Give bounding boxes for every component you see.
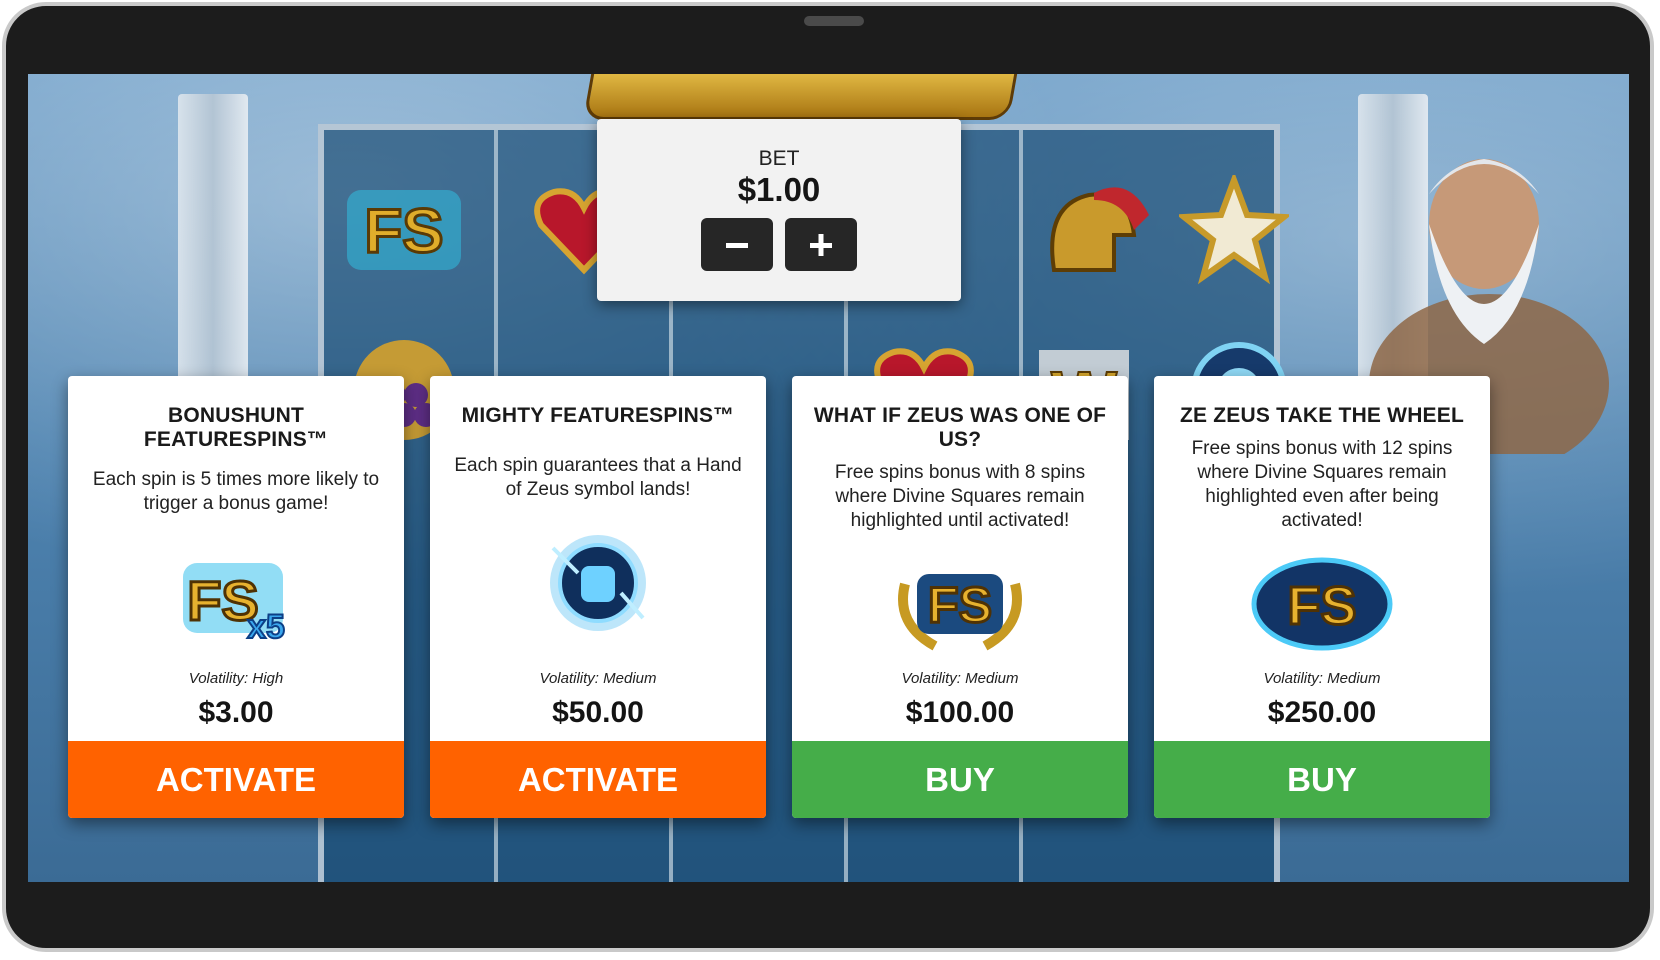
activate-button[interactable]: ACTIVATE	[430, 741, 766, 818]
buy-button[interactable]: BUY	[1154, 741, 1490, 818]
price-label: $50.00	[552, 696, 644, 729]
game-logo	[583, 74, 1019, 120]
fs-storm-icon: FS	[1247, 554, 1397, 654]
price-label: $100.00	[905, 696, 1015, 729]
card-description: Free spins bonus with 8 spins where Divi…	[834, 462, 1086, 531]
volatility-label: Volatility: Medium	[901, 670, 1019, 687]
card-description: Each spin guarantees that a Hand of Zeus…	[454, 455, 742, 500]
decrease-bet-button[interactable]	[701, 218, 773, 271]
bet-amount: $1.00	[737, 171, 821, 208]
temple-column-left	[178, 94, 248, 394]
buy-button[interactable]: BUY	[792, 741, 1128, 818]
card-description: Each spin is 5 times more likely to trig…	[92, 469, 380, 514]
plus-icon	[810, 233, 832, 256]
feature-card-what-if-zeus: WHAT IF ZEUS WAS ONE OF US? Free spins b…	[792, 376, 1128, 818]
card-title: BONUSHUNT FEATURESPINS™	[143, 404, 329, 451]
volatility-label: Volatility: Medium	[539, 670, 657, 687]
bet-panel: BET $1.00	[597, 119, 961, 301]
volatility-label: Volatility: High	[188, 670, 284, 687]
svg-text:FS: FS	[928, 577, 992, 633]
feature-card-ze-zeus: ZE ZEUS TAKE THE WHEEL Free spins bonus …	[1154, 376, 1490, 818]
star-symbol-icon	[1164, 170, 1304, 290]
card-title: ZE ZEUS TAKE THE WHEEL	[1179, 404, 1464, 427]
feature-card-bonushunt: BONUSHUNT FEATURESPINS™ Each spin is 5 t…	[68, 376, 404, 818]
svg-text:x5: x5	[247, 608, 285, 646]
activate-button[interactable]: ACTIVATE	[68, 741, 404, 818]
fs-symbol-icon: FS	[334, 170, 474, 290]
price-label: $250.00	[1267, 696, 1377, 729]
card-title: WHAT IF ZEUS WAS ONE OF US?	[813, 404, 1107, 451]
increase-bet-button[interactable]	[785, 218, 857, 271]
svg-text:FS: FS	[364, 197, 443, 266]
price-label: $3.00	[198, 696, 274, 729]
svg-text:FS: FS	[1287, 576, 1356, 636]
volatility-label: Volatility: Medium	[1263, 670, 1381, 687]
fs-x5-icon: FS x5	[161, 548, 311, 648]
fs-laurel-icon: FS	[885, 554, 1035, 654]
feature-card-mighty: MIGHTY FEATURESPINS™ Each spin guarantee…	[430, 376, 766, 818]
speaker-slot	[804, 16, 864, 26]
card-description: Free spins bonus with 12 spins where Div…	[1191, 438, 1453, 531]
card-title: MIGHTY FEATURESPINS™	[461, 404, 735, 427]
hand-of-zeus-icon	[523, 528, 673, 631]
helmet-symbol-icon	[1024, 170, 1164, 290]
bet-label: BET	[758, 147, 800, 170]
minus-icon	[726, 242, 748, 248]
